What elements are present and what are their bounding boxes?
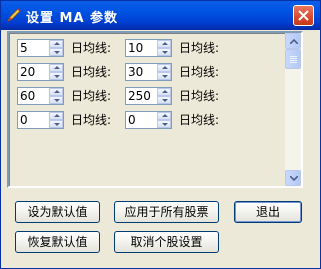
- ma-period-4-input[interactable]: [126, 64, 157, 80]
- cancel-individual-settings-button[interactable]: 取消个股设置: [114, 231, 219, 253]
- pen-icon: [6, 7, 22, 23]
- ma-period-7-input[interactable]: [18, 112, 49, 128]
- spin-up-button[interactable]: [157, 88, 171, 96]
- spin-down-button[interactable]: [49, 120, 63, 128]
- set-default-button[interactable]: 设为默认值: [15, 201, 100, 223]
- ma-label: 日均线:: [71, 89, 112, 103]
- scrollbar-thumb[interactable]: [285, 49, 301, 69]
- spin-down-button[interactable]: [157, 48, 171, 56]
- ma-period-8-stepper[interactable]: [125, 111, 172, 129]
- spin-up-button[interactable]: [157, 64, 171, 72]
- vertical-scrollbar[interactable]: [285, 33, 301, 186]
- close-icon: [298, 10, 309, 21]
- ma-period-8-input[interactable]: [126, 112, 157, 128]
- ma-label: 日均线:: [179, 89, 220, 103]
- ma-period-7-stepper[interactable]: [17, 111, 64, 129]
- ma-period-2-input[interactable]: [126, 40, 157, 56]
- chevron-up-icon: [290, 39, 298, 44]
- ma-period-4-stepper[interactable]: [125, 63, 172, 81]
- ma-period-5-input[interactable]: [18, 88, 49, 104]
- ma-label: 日均线:: [179, 113, 220, 127]
- apply-all-stocks-button[interactable]: 应用于所有股票: [114, 201, 219, 223]
- spin-up-button[interactable]: [49, 112, 63, 120]
- ma-period-6-input[interactable]: [126, 88, 157, 104]
- spin-down-button[interactable]: [157, 120, 171, 128]
- ma-label: 日均线:: [179, 65, 220, 79]
- ma-label: 日均线:: [71, 113, 112, 127]
- ma-settings-dialog: 设置 MA 参数 日均线: 日均线:: [0, 0, 321, 269]
- spin-up-button[interactable]: [157, 40, 171, 48]
- scroll-down-button[interactable]: [285, 170, 301, 186]
- ma-period-2-stepper[interactable]: [125, 39, 172, 57]
- ma-period-3-stepper[interactable]: [17, 63, 64, 81]
- restore-default-button[interactable]: 恢复默认值: [15, 231, 100, 253]
- scroll-up-button[interactable]: [285, 33, 301, 49]
- ma-label: 日均线:: [179, 41, 220, 55]
- ma-period-6-stepper[interactable]: [125, 87, 172, 105]
- chevron-down-icon: [290, 176, 298, 181]
- window-title: 设置 MA 参数: [26, 11, 119, 26]
- exit-button[interactable]: 退出: [234, 201, 302, 223]
- ma-period-1-input[interactable]: [18, 40, 49, 56]
- ma-period-1-stepper[interactable]: [17, 39, 64, 57]
- spin-down-button[interactable]: [157, 96, 171, 104]
- spin-up-button[interactable]: [49, 40, 63, 48]
- ma-settings-panel: 日均线: 日均线: 日均线: 日均线:: [7, 31, 303, 188]
- spin-up-button[interactable]: [157, 112, 171, 120]
- ma-label: 日均线:: [71, 65, 112, 79]
- spin-down-button[interactable]: [49, 48, 63, 56]
- ma-label: 日均线:: [71, 41, 112, 55]
- spin-up-button[interactable]: [49, 88, 63, 96]
- ma-period-3-input[interactable]: [18, 64, 49, 80]
- close-button[interactable]: [293, 5, 314, 26]
- spin-down-button[interactable]: [157, 72, 171, 80]
- ma-period-5-stepper[interactable]: [17, 87, 64, 105]
- title-bar[interactable]: 设置 MA 参数: [1, 1, 320, 30]
- spin-down-button[interactable]: [49, 96, 63, 104]
- spin-down-button[interactable]: [49, 72, 63, 80]
- spin-up-button[interactable]: [49, 64, 63, 72]
